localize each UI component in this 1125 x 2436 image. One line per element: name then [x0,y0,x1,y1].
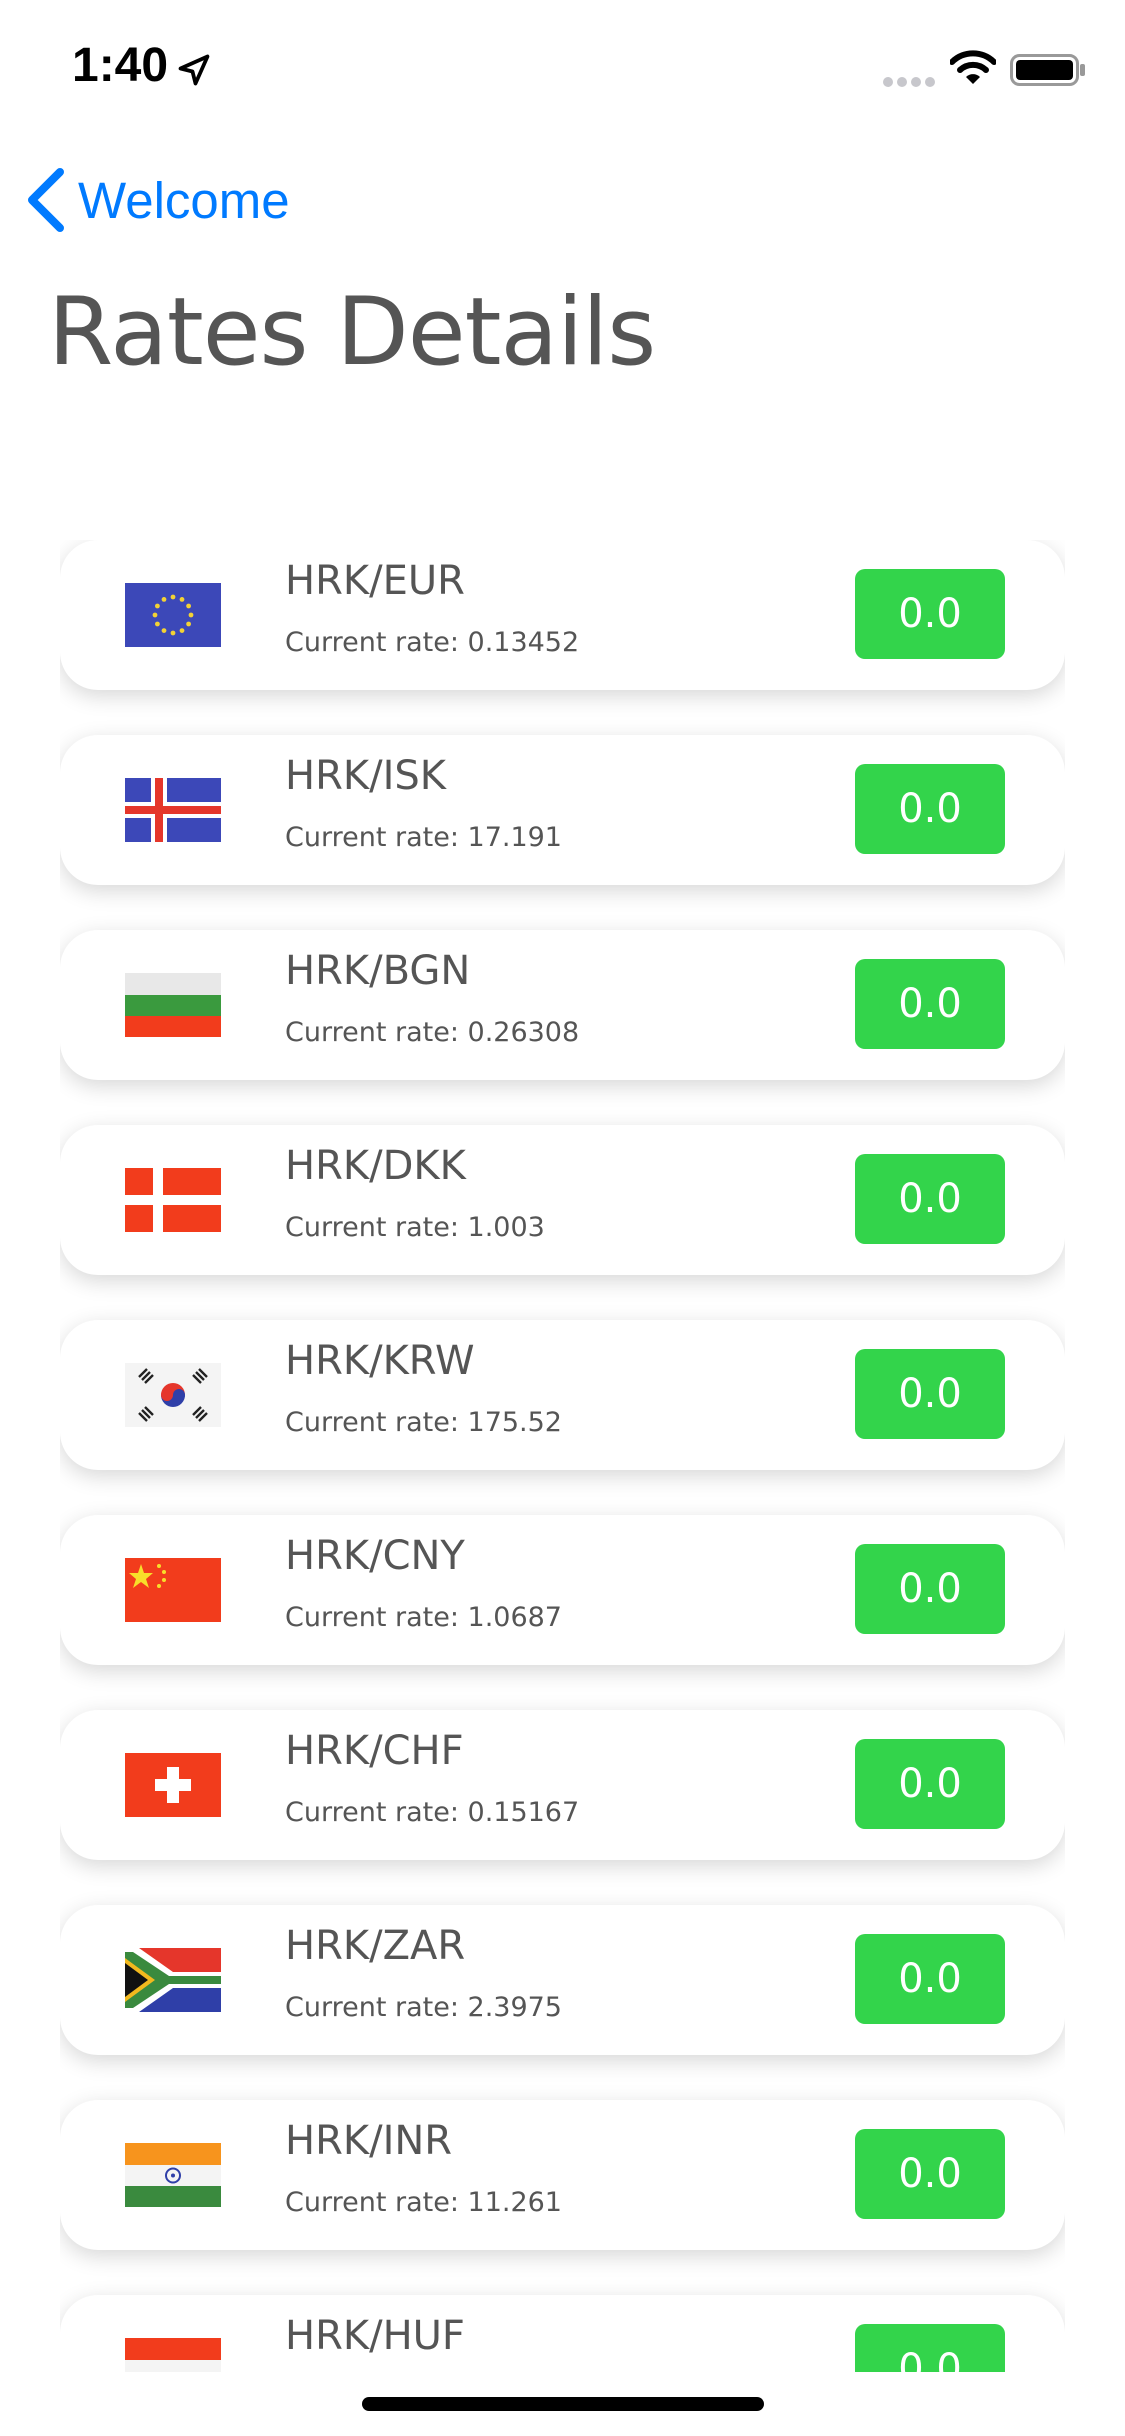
currency-pair-label: HRK/ISK [285,753,446,799]
current-rate-label: Current rate: 11.261 [285,2187,562,2218]
currency-pair-label: HRK/ZAR [285,1923,466,1969]
converted-value-button[interactable]: 0.0 [855,1739,1005,1829]
denmark-flag-icon [125,1168,221,1232]
back-button[interactable]: Welcome [24,164,290,236]
current-rate-label: Current rate: 1.0687 [285,1602,562,1633]
rate-row-bgn[interactable]: HRK/BGN Current rate: 0.26308 0.0 [60,930,1065,1080]
cellular-signal-icon [883,77,935,87]
currency-pair-label: HRK/DKK [285,1143,466,1189]
currency-pair-label: HRK/BGN [285,948,471,994]
converted-value-button[interactable]: 0.0 [855,959,1005,1049]
rate-row-huf[interactable]: HRK/HUF 0.0 [60,2295,1065,2372]
converted-value-button[interactable]: 0.0 [855,2324,1005,2372]
currency-pair-label: HRK/CNY [285,1533,465,1579]
rate-row-inr[interactable]: HRK/INR Current rate: 11.261 0.0 [60,2100,1065,2250]
currency-pair-label: HRK/INR [285,2118,453,2164]
currency-pair-label: HRK/EUR [285,558,465,604]
bulgaria-flag-icon [125,973,221,1037]
chevron-left-icon [28,168,64,232]
rate-row-isk[interactable]: HRK/ISK Current rate: 17.191 0.0 [60,735,1065,885]
converted-value-button[interactable]: 0.0 [855,1349,1005,1439]
current-rate-label: Current rate: 175.52 [285,1407,562,1438]
china-flag-icon [125,1558,221,1622]
page-title: Rates Details [48,278,656,387]
current-rate-label: Current rate: 17.191 [285,822,562,853]
back-button-label: Welcome [78,171,290,229]
current-rate-label: Current rate: 0.26308 [285,1017,580,1048]
status-time: 1:40 [72,39,169,92]
converted-value-button[interactable]: 0.0 [855,1934,1005,2024]
current-rate-label: Current rate: 0.15167 [285,1797,580,1828]
rate-row-chf[interactable]: HRK/CHF Current rate: 0.15167 0.0 [60,1710,1065,1860]
india-flag-icon [125,2143,221,2207]
south-africa-flag-icon [125,1948,221,2012]
rate-row-dkk[interactable]: HRK/DKK Current rate: 1.003 0.0 [60,1125,1065,1275]
current-rate-label: Current rate: 2.3975 [285,1992,562,2023]
status-bar: 1:40 [0,0,1125,132]
wifi-icon [950,50,996,84]
eu-flag-icon [125,583,221,647]
home-indicator[interactable] [362,2397,764,2411]
converted-value-button[interactable]: 0.0 [855,569,1005,659]
current-rate-label: Current rate: 0.13452 [285,627,580,658]
currency-pair-label: HRK/CHF [285,1728,464,1774]
converted-value-button[interactable]: 0.0 [855,1544,1005,1634]
converted-value-button[interactable]: 0.0 [855,1154,1005,1244]
current-rate-label: Current rate: 1.003 [285,1212,545,1243]
iceland-flag-icon [125,778,221,842]
location-arrow-icon [178,54,210,86]
battery-icon [1010,54,1085,86]
rate-row-eur[interactable]: HRK/EUR Current rate: 0.13452 0.0 [60,540,1065,690]
rate-row-krw[interactable]: HRK/KRW Current rate: 175.52 0.0 [60,1320,1065,1470]
south-korea-flag-icon [125,1363,221,1427]
rate-row-zar[interactable]: HRK/ZAR Current rate: 2.3975 0.0 [60,1905,1065,2055]
hungary-flag-icon [125,2338,221,2372]
currency-pair-label: HRK/KRW [285,1338,475,1384]
currency-pair-label: HRK/HUF [285,2313,465,2359]
rates-list[interactable]: HRK/EUR Current rate: 0.13452 0.0 HRK/IS… [60,540,1065,2372]
switzerland-flag-icon [125,1753,221,1817]
converted-value-button[interactable]: 0.0 [855,2129,1005,2219]
rate-row-cny[interactable]: HRK/CNY Current rate: 1.0687 0.0 [60,1515,1065,1665]
converted-value-button[interactable]: 0.0 [855,764,1005,854]
